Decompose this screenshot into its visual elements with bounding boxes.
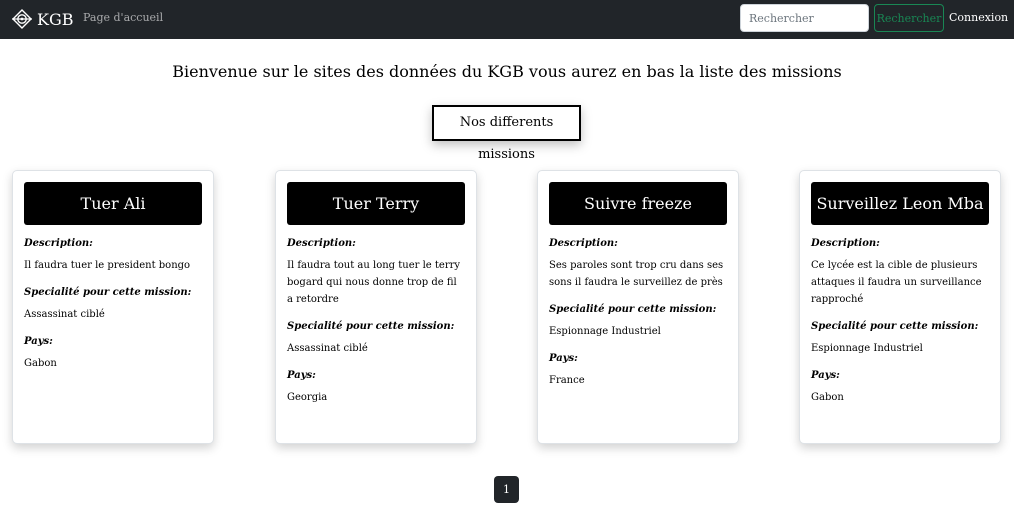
pagination-page-button[interactable]: 1 bbox=[494, 476, 519, 503]
specialty-value: Espionnage Industriel bbox=[811, 343, 923, 354]
description-label: Description: bbox=[811, 238, 880, 249]
brand-name: KGB bbox=[37, 9, 74, 29]
country-value: Gabon bbox=[811, 392, 844, 403]
country-label: Pays: bbox=[811, 370, 840, 381]
description-label: Description: bbox=[549, 238, 618, 249]
specialty-label: Specialité pour cette mission: bbox=[24, 287, 192, 298]
country-label: Pays: bbox=[549, 353, 578, 364]
nav-link-home[interactable]: Page d'accueil bbox=[83, 11, 163, 24]
mission-card: Tuer Terry Description: Il faudra tout a… bbox=[275, 170, 477, 444]
kgb-logo-icon bbox=[12, 9, 32, 29]
brand-link[interactable]: KGB bbox=[12, 8, 74, 30]
mission-card: Suivre freeze Description: Ses paroles s… bbox=[537, 170, 739, 444]
welcome-heading: Bienvenue sur le sites des données du KG… bbox=[172, 62, 842, 81]
country-label: Pays: bbox=[24, 336, 53, 347]
country-value: France bbox=[549, 375, 585, 386]
specialty-label: Specialité pour cette mission: bbox=[549, 304, 717, 315]
mission-card: Tuer Ali Description: Il faudra tuer le … bbox=[12, 170, 214, 444]
mission-card: Surveillez Leon Mba Description: Ce lycé… bbox=[799, 170, 1001, 444]
login-link[interactable]: Connexion bbox=[949, 11, 1008, 24]
country-label: Pays: bbox=[287, 370, 316, 381]
search-button[interactable]: Rechercher bbox=[874, 4, 944, 32]
mission-title: Tuer Terry bbox=[287, 182, 465, 225]
mission-title: Tuer Ali bbox=[24, 182, 202, 225]
section-title: Nos differents missions bbox=[432, 105, 581, 162]
description-label: Description: bbox=[24, 238, 93, 249]
country-value: Georgia bbox=[287, 392, 328, 403]
description-text: Il faudra tout au long tuer le terry bog… bbox=[287, 260, 461, 305]
specialty-value: Espionnage Industriel bbox=[549, 326, 661, 337]
specialty-value: Assassinat ciblé bbox=[287, 343, 368, 354]
description-text: Ses paroles sont trop cru dans ses sons … bbox=[549, 260, 724, 288]
specialty-label: Specialité pour cette mission: bbox=[287, 321, 455, 332]
specialty-label: Specialité pour cette mission: bbox=[811, 321, 979, 332]
description-text: Ce lycée est la cible de plusieurs attaq… bbox=[811, 260, 982, 305]
specialty-value: Assassinat ciblé bbox=[24, 309, 105, 320]
mission-title: Surveillez Leon Mba bbox=[811, 182, 989, 225]
mission-title: Suivre freeze bbox=[549, 182, 727, 225]
description-text: Il faudra tuer le president bongo bbox=[24, 260, 191, 271]
description-label: Description: bbox=[287, 238, 356, 249]
navbar: KGB Page d'accueil Rechercher Connexion bbox=[0, 0, 1014, 39]
country-value: Gabon bbox=[24, 358, 57, 369]
search-input[interactable] bbox=[740, 4, 869, 32]
